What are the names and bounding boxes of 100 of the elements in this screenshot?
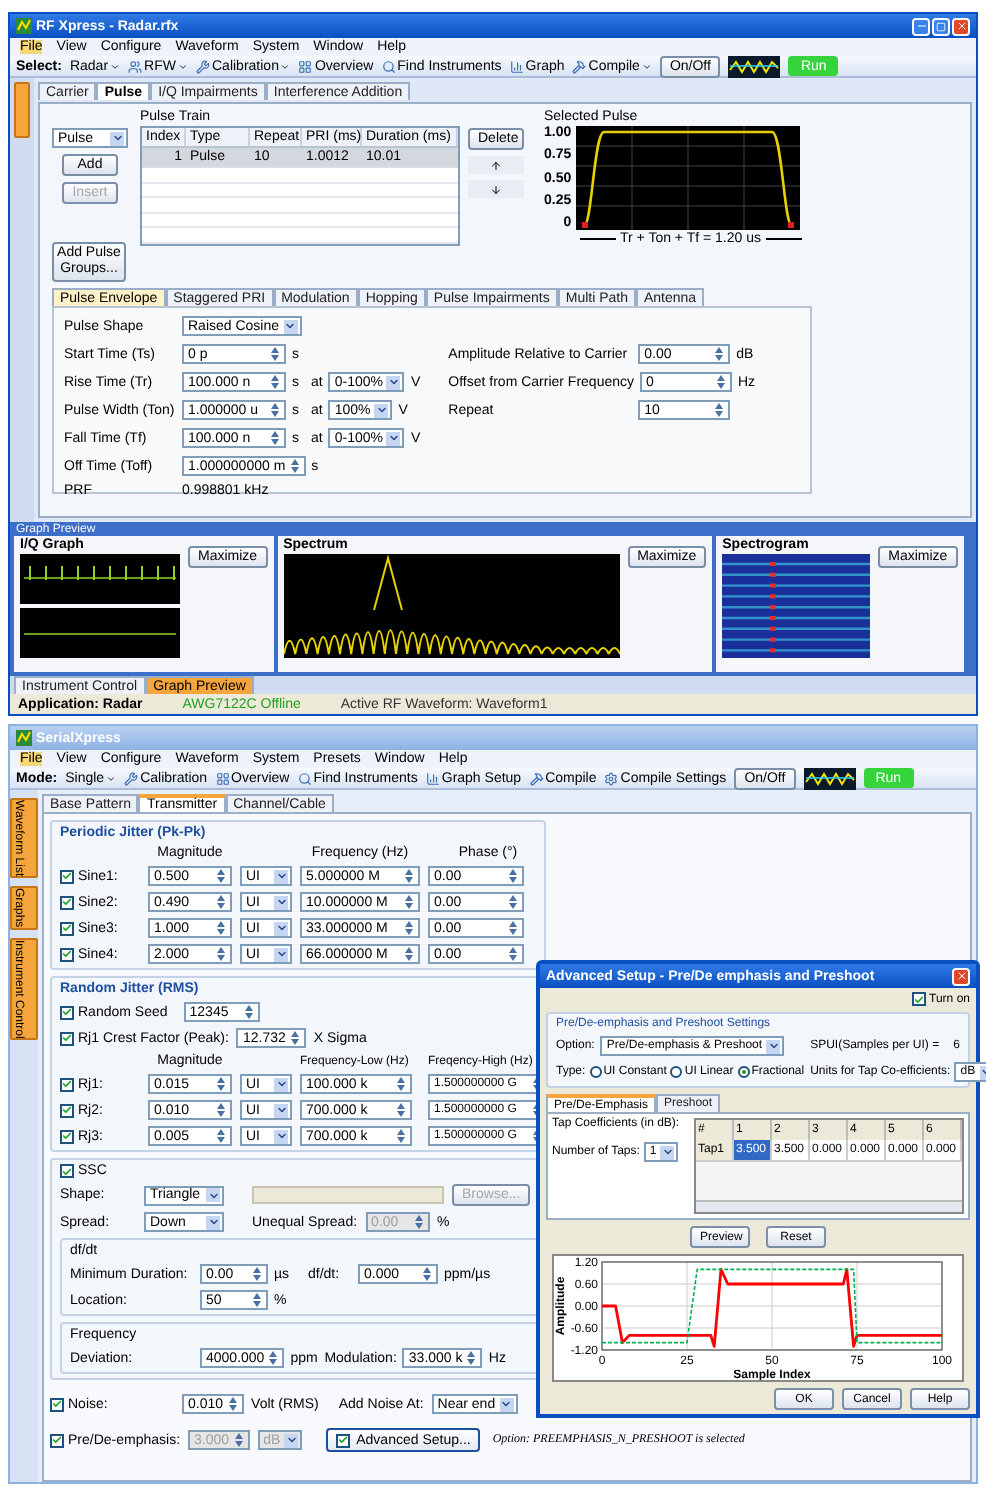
spin-icon[interactable] (404, 868, 414, 884)
checkbox[interactable] (60, 869, 74, 883)
spin-icon[interactable] (508, 920, 518, 936)
caret-icon[interactable] (660, 1145, 675, 1159)
spin-icon[interactable] (216, 1102, 226, 1118)
spin-icon[interactable] (216, 1076, 226, 1092)
caret-icon[interactable] (499, 1397, 514, 1411)
spin-icon[interactable] (252, 1292, 262, 1308)
spin-icon[interactable] (508, 946, 518, 962)
caret-icon (280, 61, 291, 71)
hammer-icon (572, 59, 587, 73)
radio-button[interactable] (737, 1066, 750, 1078)
close-icon (955, 20, 967, 32)
spin-icon[interactable] (532, 1128, 542, 1144)
caret-icon (641, 61, 652, 71)
checkbox[interactable] (911, 992, 926, 1006)
caret-icon[interactable] (386, 375, 401, 389)
caret-icon[interactable] (274, 869, 288, 883)
spin-icon[interactable] (396, 1102, 406, 1118)
spin-icon[interactable] (396, 1076, 406, 1092)
spin-icon[interactable] (268, 1350, 279, 1366)
spin-icon[interactable] (404, 946, 414, 962)
spin-icon[interactable] (422, 1266, 432, 1282)
path-field[interactable] (252, 1186, 444, 1204)
close-button[interactable] (952, 967, 970, 985)
arrow-up-icon (490, 159, 502, 171)
spin-icon[interactable] (404, 894, 414, 910)
caret-icon (110, 61, 121, 71)
checkbox[interactable] (60, 1164, 74, 1178)
gear-icon (604, 771, 619, 785)
caret-icon[interactable] (274, 947, 288, 961)
spin-icon[interactable] (396, 1128, 406, 1144)
spin-icon[interactable] (716, 374, 726, 390)
close-icon (955, 970, 967, 982)
radio-button[interactable] (589, 1066, 602, 1078)
minimize-button[interactable] (912, 17, 930, 35)
spin-icon[interactable] (216, 894, 226, 910)
checkbox[interactable] (50, 1397, 64, 1411)
spin-icon[interactable] (252, 1266, 262, 1282)
spin-icon[interactable] (216, 920, 226, 936)
move-up-button[interactable] (468, 156, 524, 174)
checkbox[interactable] (60, 1031, 74, 1045)
caret-icon[interactable] (274, 895, 288, 909)
grid-icon (298, 59, 313, 73)
caret-icon[interactable] (283, 319, 298, 333)
spin-icon[interactable] (270, 374, 280, 390)
caret-icon[interactable] (374, 403, 389, 417)
spin-icon[interactable] (270, 346, 280, 362)
caret-icon[interactable] (386, 431, 401, 445)
spin-icon[interactable] (289, 458, 300, 474)
spin-icon[interactable] (404, 920, 414, 936)
caret-icon[interactable] (766, 1039, 781, 1053)
close-button[interactable] (952, 17, 970, 35)
spin-icon[interactable] (532, 1102, 542, 1118)
spin-icon[interactable] (532, 1076, 542, 1092)
waveform-icon[interactable] (728, 55, 781, 77)
grid-icon (215, 771, 230, 785)
spin-icon[interactable] (216, 946, 226, 962)
spin-icon[interactable] (216, 1128, 226, 1144)
caret-icon[interactable] (274, 1077, 288, 1091)
caret-icon[interactable] (274, 1103, 288, 1117)
caret-icon[interactable] (206, 1215, 220, 1229)
spin-icon[interactable] (714, 402, 725, 418)
caret-icon (178, 61, 188, 71)
checkbox[interactable] (60, 1077, 74, 1091)
minimize-icon (915, 20, 927, 32)
spin-icon[interactable] (270, 402, 280, 418)
caret-icon (106, 773, 117, 783)
app-icon (16, 18, 32, 34)
spin-icon[interactable] (714, 346, 725, 362)
move-down-button[interactable] (468, 180, 524, 198)
radio-button[interactable] (670, 1066, 683, 1078)
spin-icon[interactable] (508, 894, 518, 910)
spin-icon[interactable] (466, 1350, 477, 1366)
search-icon (297, 771, 312, 785)
spin-icon[interactable] (243, 1004, 254, 1020)
bar-chart-icon (509, 59, 524, 73)
app-icon (16, 730, 32, 746)
checkbox[interactable] (60, 1005, 74, 1019)
caret-icon[interactable] (274, 1129, 288, 1143)
spin-icon[interactable] (289, 1030, 300, 1046)
caret-icon[interactable] (110, 131, 124, 145)
spin-icon[interactable] (227, 1396, 238, 1412)
spin-icon[interactable] (216, 868, 226, 884)
leader-line (765, 238, 801, 240)
caret-icon[interactable] (284, 1433, 299, 1447)
caret-icon[interactable] (274, 921, 288, 935)
spin-icon[interactable] (270, 430, 280, 446)
maximize-button[interactable] (932, 17, 950, 35)
wrench-icon (124, 771, 139, 785)
spin-icon[interactable] (508, 868, 518, 884)
checkbox[interactable] (60, 947, 74, 961)
checkbox[interactable] (60, 1129, 74, 1143)
waveform-icon[interactable] (803, 767, 856, 789)
caret-icon[interactable] (206, 1188, 220, 1202)
checkbox[interactable] (60, 921, 74, 935)
checkbox[interactable] (60, 895, 74, 909)
people-icon (128, 59, 143, 73)
checkbox[interactable] (60, 1103, 74, 1117)
wrench-icon (196, 59, 210, 73)
